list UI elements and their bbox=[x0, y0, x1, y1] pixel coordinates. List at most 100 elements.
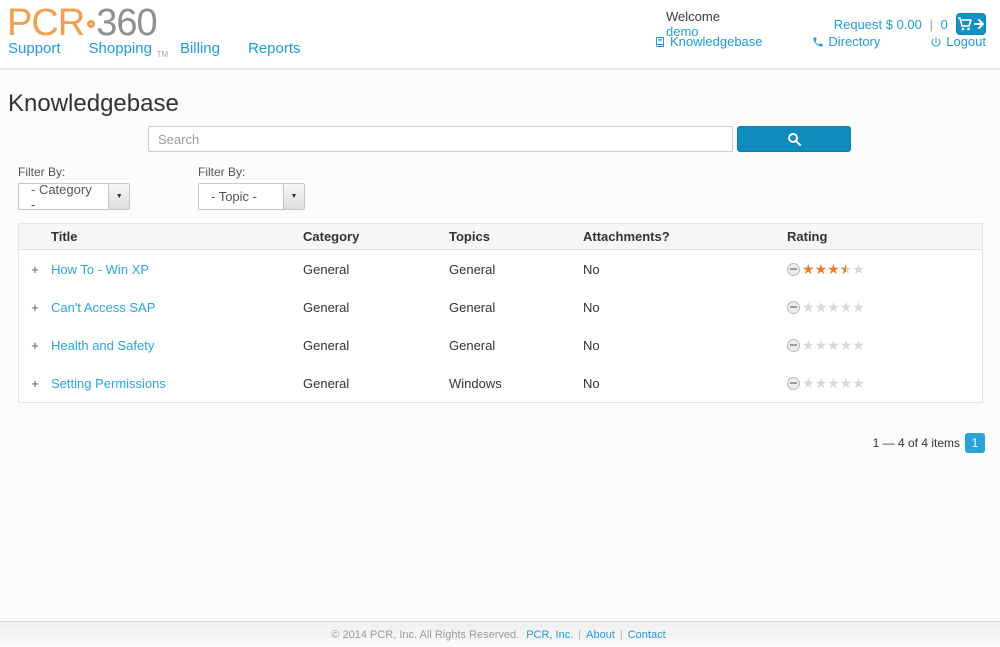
star-icon[interactable]: ★ bbox=[840, 300, 853, 314]
star-icon[interactable]: ★ bbox=[802, 262, 815, 276]
expand-row-icon[interactable]: + bbox=[19, 376, 51, 391]
footer-separator: | bbox=[578, 629, 581, 641]
footer-link-pcr[interactable]: PCR, Inc. bbox=[526, 629, 573, 641]
star-icon[interactable]: ★ bbox=[802, 376, 815, 390]
footer: © 2014 PCR, Inc. All Rights Reserved. PC… bbox=[0, 621, 1000, 647]
nav-reports[interactable]: Reports bbox=[248, 40, 301, 57]
col-topics: Topics bbox=[449, 229, 583, 244]
topic-filter-group: Filter By: - Topic - ▼ bbox=[198, 165, 305, 210]
star-icon[interactable]: ★ bbox=[827, 338, 840, 352]
footer-link-about[interactable]: About bbox=[586, 629, 615, 641]
star-icon[interactable]: ★ bbox=[815, 338, 828, 352]
cell-attachments: No bbox=[583, 338, 787, 353]
star-rating: ★★★★★ bbox=[802, 300, 865, 314]
article-title-link[interactable]: Can't Access SAP bbox=[51, 300, 155, 315]
expand-row-icon[interactable]: + bbox=[19, 338, 51, 353]
search-input[interactable] bbox=[148, 126, 733, 152]
clear-rating-icon[interactable] bbox=[787, 377, 800, 390]
rating-widget: ★★★★★ bbox=[787, 338, 982, 352]
table-row: + Health and Safety General General No ★… bbox=[19, 326, 982, 364]
footer-separator: | bbox=[620, 629, 623, 641]
welcome-label: Welcome bbox=[666, 9, 720, 24]
category-filter-group: Filter By: - Category - ▼ bbox=[18, 165, 130, 210]
cell-attachments: No bbox=[583, 376, 787, 391]
link-directory[interactable]: Directory bbox=[812, 34, 880, 49]
expand-row-icon[interactable]: + bbox=[19, 300, 51, 315]
star-icon[interactable]: ★ bbox=[852, 300, 865, 314]
footer-link-contact[interactable]: Contact bbox=[628, 629, 666, 641]
star-icon[interactable]: ★ bbox=[802, 300, 815, 314]
table-row: + How To - Win XP General General No ★★★… bbox=[19, 250, 982, 288]
request-count-link[interactable]: 0 bbox=[941, 17, 948, 32]
star-icon[interactable]: ★ bbox=[852, 338, 865, 352]
search-button[interactable] bbox=[737, 126, 851, 152]
cell-attachments: No bbox=[583, 300, 787, 315]
article-title-link[interactable]: How To - Win XP bbox=[51, 262, 149, 277]
article-title-link[interactable]: Health and Safety bbox=[51, 338, 154, 353]
table-row: + Can't Access SAP General General No ★★… bbox=[19, 288, 982, 326]
search-bar bbox=[148, 126, 1000, 152]
star-icon[interactable]: ★ bbox=[827, 262, 840, 276]
cell-topics: General bbox=[449, 338, 583, 353]
category-dropdown-value: - Category - bbox=[19, 182, 108, 212]
cell-category: General bbox=[303, 300, 449, 315]
star-icon[interactable]: ★ bbox=[827, 376, 840, 390]
cell-category: General bbox=[303, 262, 449, 277]
col-title: Title bbox=[51, 229, 303, 244]
nav-billing[interactable]: Billing bbox=[180, 40, 220, 57]
pcr360-logo[interactable]: PCR 360 TM bbox=[7, 2, 168, 76]
main-nav: Support Shopping Billing Reports bbox=[8, 40, 301, 57]
request-summary: Request $ 0.00 | 0 bbox=[834, 17, 948, 32]
knowledgebase-table: Title Category Topics Attachments? Ratin… bbox=[18, 223, 983, 403]
request-total-link[interactable]: Request $ 0.00 bbox=[834, 17, 922, 32]
chevron-down-icon[interactable]: ▼ bbox=[108, 184, 129, 209]
category-dropdown[interactable]: - Category - ▼ bbox=[18, 183, 130, 210]
col-rating: Rating bbox=[787, 229, 982, 244]
star-icon[interactable]: ★ bbox=[852, 262, 865, 276]
logo-text-360: 360 bbox=[96, 2, 156, 44]
expand-row-icon[interactable]: + bbox=[19, 262, 51, 277]
request-separator: | bbox=[930, 17, 933, 32]
clear-rating-icon[interactable] bbox=[787, 301, 800, 314]
star-icon[interactable]: ★ bbox=[840, 338, 853, 352]
page-1-button[interactable]: 1 bbox=[965, 433, 985, 453]
clear-rating-icon[interactable] bbox=[787, 263, 800, 276]
star-icon[interactable]: ★ bbox=[815, 262, 828, 276]
star-icon[interactable]: ★ bbox=[815, 300, 828, 314]
link-logout[interactable]: Logout bbox=[930, 34, 986, 49]
star-icon[interactable]: ★ bbox=[827, 300, 840, 314]
cell-attachments: No bbox=[583, 262, 787, 277]
star-rating: ★★★★★ bbox=[802, 376, 865, 390]
nav-support[interactable]: Support bbox=[8, 40, 61, 57]
star-icon[interactable]: ★ bbox=[852, 376, 865, 390]
cell-category: General bbox=[303, 376, 449, 391]
rating-widget: ★★★★★ bbox=[787, 300, 982, 314]
star-rating: ★★★★★ bbox=[802, 338, 865, 352]
cart-button[interactable] bbox=[956, 13, 986, 35]
logo-ring-icon bbox=[87, 20, 95, 28]
power-icon bbox=[930, 36, 942, 48]
star-icon[interactable]: ★ bbox=[840, 262, 853, 276]
topic-dropdown[interactable]: - Topic - ▼ bbox=[198, 183, 305, 210]
pagination: 1 — 4 of 4 items 1 bbox=[0, 433, 985, 453]
clear-rating-icon[interactable] bbox=[787, 339, 800, 352]
star-rating: ★★★★★ bbox=[802, 262, 865, 276]
star-icon[interactable]: ★ bbox=[802, 338, 815, 352]
link-knowledgebase-label: Knowledgebase bbox=[670, 34, 763, 49]
rating-widget: ★★★★★ bbox=[787, 376, 982, 390]
nav-shopping[interactable]: Shopping bbox=[89, 40, 152, 57]
col-attachments: Attachments? bbox=[583, 229, 787, 244]
chevron-down-icon[interactable]: ▼ bbox=[283, 184, 304, 209]
cell-topics: General bbox=[449, 262, 583, 277]
star-icon[interactable]: ★ bbox=[840, 376, 853, 390]
link-knowledgebase[interactable]: Knowledgebase bbox=[654, 34, 763, 49]
table-header-row: Title Category Topics Attachments? Ratin… bbox=[19, 224, 982, 250]
article-title-link[interactable]: Setting Permissions bbox=[51, 376, 166, 391]
book-icon bbox=[654, 36, 666, 48]
star-icon[interactable]: ★ bbox=[815, 376, 828, 390]
col-category: Category bbox=[303, 229, 449, 244]
filters: Filter By: - Category - ▼ Filter By: - T… bbox=[18, 165, 1000, 210]
link-logout-label: Logout bbox=[946, 34, 986, 49]
search-icon bbox=[787, 132, 801, 146]
cell-topics: General bbox=[449, 300, 583, 315]
